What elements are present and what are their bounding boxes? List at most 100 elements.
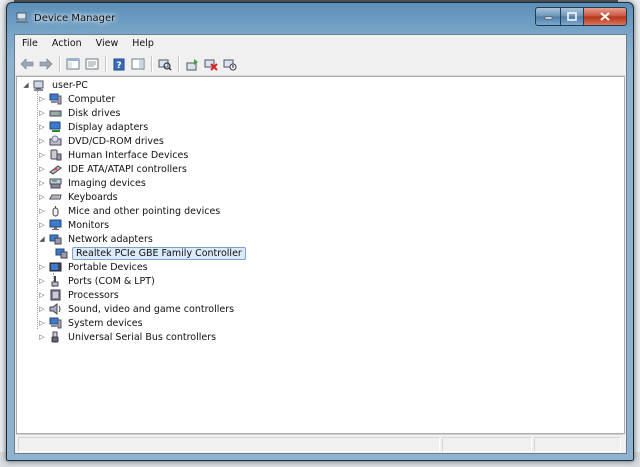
tree-item-sound-video[interactable]: ▷ Sound, video and game controllers — [38, 302, 236, 316]
tree-item-label: Ports (COM & LPT) — [68, 275, 155, 287]
menu-bar: File Action View Help — [15, 35, 626, 53]
uninstall-icon — [204, 59, 218, 71]
device-tree[interactable]: ◢ user-PC ▷ Computer ▷ Disk drives ▷ Dis… — [16, 76, 625, 434]
disable-button[interactable] — [222, 56, 238, 72]
caption-buttons — [535, 7, 627, 26]
computer-icon — [49, 93, 62, 105]
tree-item-label: Mice and other pointing devices — [68, 205, 221, 217]
toolbar-separator — [151, 56, 153, 72]
expand-arrow-icon[interactable]: ▷ — [38, 109, 46, 117]
dvd-drive-icon — [49, 135, 62, 147]
forward-arrow-icon — [39, 58, 53, 70]
tree-item-monitors[interactable]: ▷ Monitors — [38, 218, 111, 232]
expand-arrow-icon[interactable]: ▷ — [38, 123, 46, 131]
tree-item-label: IDE ATA/ATAPI controllers — [68, 163, 187, 175]
tree-root-label: user-PC — [52, 79, 88, 91]
tree-item-computer[interactable]: ▷ Computer — [38, 92, 117, 106]
update-driver-icon — [186, 58, 198, 70]
device-manager-window: Device Manager File Action View Help ? ◢… — [6, 2, 634, 461]
tree-item-disk-drives[interactable]: ▷ Disk drives — [38, 106, 122, 120]
tree-item-system-devices[interactable]: ▷ System devices — [38, 316, 145, 330]
maximize-button[interactable] — [561, 7, 583, 26]
scan-hardware-icon — [158, 59, 172, 71]
properties-icon — [85, 58, 99, 70]
close-button[interactable] — [583, 7, 627, 26]
menu-file[interactable]: File — [15, 36, 45, 52]
back-button[interactable] — [19, 56, 35, 72]
tree-item-label: Processors — [68, 289, 119, 301]
toolbar-separator — [105, 56, 107, 72]
uninstall-button[interactable] — [203, 56, 219, 72]
menu-action[interactable]: Action — [45, 36, 89, 52]
tree-item-mice[interactable]: ▷ Mice and other pointing devices — [38, 204, 222, 218]
expand-arrow-icon[interactable]: ▷ — [38, 151, 46, 159]
tree-item-label: System devices — [68, 317, 143, 329]
tree-item-label: Realtek PCIe GBE Family Controller — [72, 246, 246, 260]
usb-icon — [49, 331, 62, 343]
window-title: Device Manager — [34, 13, 116, 24]
expand-arrow-icon[interactable]: ▷ — [38, 193, 46, 201]
minimize-button[interactable] — [535, 7, 561, 26]
tree-item-processors[interactable]: ▷ Processors — [38, 288, 121, 302]
imaging-device-icon — [49, 177, 62, 189]
expand-arrow-icon[interactable]: ▷ — [38, 333, 46, 341]
help-icon: ? — [113, 58, 125, 71]
tree-item-keyboards[interactable]: ▷ Keyboards — [38, 190, 120, 204]
help-button[interactable]: ? — [111, 56, 127, 72]
forward-button[interactable] — [38, 56, 54, 72]
tree-item-imaging-devices[interactable]: ▷ Imaging devices — [38, 176, 148, 190]
title-bar[interactable]: Device Manager — [7, 3, 633, 31]
monitor-icon — [49, 219, 62, 231]
collapse-arrow-icon[interactable]: ◢ — [22, 81, 30, 89]
tree-item-portable-devices[interactable]: ▷ Portable Devices — [38, 260, 150, 274]
tree-item-realtek-controller[interactable]: Realtek PCIe GBE Family Controller — [55, 246, 246, 260]
tree-item-label: Network adapters — [68, 233, 153, 245]
ide-controller-icon — [49, 163, 62, 175]
expand-arrow-icon[interactable]: ▷ — [38, 179, 46, 187]
tree-item-label: Display adapters — [68, 121, 149, 133]
scan-hardware-button[interactable] — [157, 56, 173, 72]
menu-help[interactable]: Help — [125, 36, 161, 52]
disk-drive-icon — [49, 107, 62, 119]
tree-item-ports[interactable]: ▷ Ports (COM & LPT) — [38, 274, 157, 288]
toolbar-separator — [178, 56, 180, 72]
status-bar — [16, 434, 623, 452]
tree-item-label: Human Interface Devices — [68, 149, 189, 161]
tree-item-ide-controllers[interactable]: ▷ IDE ATA/ATAPI controllers — [38, 162, 189, 176]
network-adapter-icon — [49, 233, 62, 245]
expand-arrow-icon[interactable]: ▷ — [38, 305, 46, 313]
port-icon — [49, 275, 62, 287]
menu-view[interactable]: View — [89, 36, 126, 52]
action-pane-icon — [131, 58, 145, 70]
tree-item-label: Universal Serial Bus controllers — [68, 331, 217, 343]
properties-button[interactable] — [84, 56, 100, 72]
status-segment — [18, 437, 440, 452]
tree-item-label: Imaging devices — [68, 177, 146, 189]
action-pane-button[interactable] — [130, 56, 146, 72]
expand-arrow-icon[interactable]: ▷ — [38, 291, 46, 299]
expand-arrow-icon[interactable]: ▷ — [38, 207, 46, 215]
tree-root[interactable]: ◢ user-PC — [22, 78, 90, 92]
show-hide-tree-button[interactable] — [65, 56, 81, 72]
computer-icon — [33, 79, 46, 91]
expand-arrow-icon[interactable]: ▷ — [38, 165, 46, 173]
expand-arrow-icon[interactable]: ▷ — [38, 95, 46, 103]
tree-item-usb-controllers[interactable]: ▷ Universal Serial Bus controllers — [38, 330, 218, 344]
device-manager-icon — [16, 12, 28, 23]
network-card-icon — [55, 247, 68, 259]
expand-arrow-icon[interactable]: ▷ — [38, 277, 46, 285]
tree-item-label: Portable Devices — [68, 261, 148, 273]
tree-item-display-adapters[interactable]: ▷ Display adapters — [38, 120, 150, 134]
expand-arrow-icon[interactable]: ▷ — [38, 263, 46, 271]
expand-arrow-icon[interactable]: ▷ — [38, 319, 46, 327]
expand-arrow-icon[interactable]: ▷ — [38, 221, 46, 229]
update-driver-button[interactable] — [184, 56, 200, 72]
tree-item-label: Computer — [68, 93, 116, 105]
tree-item-human-interface-devices[interactable]: ▷ Human Interface Devices — [38, 148, 190, 162]
collapse-arrow-icon[interactable]: ◢ — [38, 235, 46, 243]
expand-arrow-icon[interactable]: ▷ — [38, 137, 46, 145]
console-tree-icon — [66, 58, 80, 70]
tree-item-label: Disk drives — [68, 107, 121, 119]
tree-item-network-adapters[interactable]: ◢ Network adapters — [38, 232, 155, 246]
tree-item-dvd-drives[interactable]: ▷ DVD/CD-ROM drives — [38, 134, 166, 148]
